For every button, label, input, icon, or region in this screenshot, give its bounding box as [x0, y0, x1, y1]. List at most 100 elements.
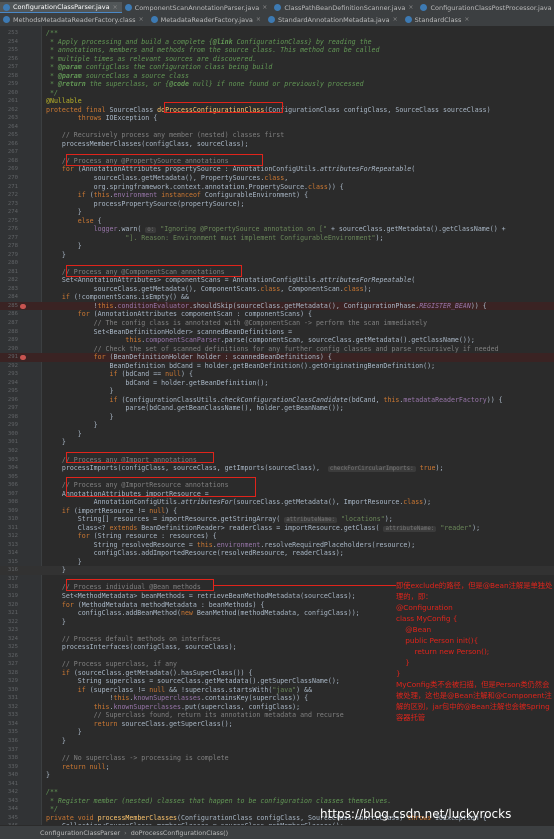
line-number[interactable]: 256: [0, 55, 18, 64]
line-number[interactable]: 345: [0, 814, 18, 823]
editor-tab[interactable]: MetadataReaderFactory.java ×: [148, 14, 265, 25]
line-number[interactable]: 333: [0, 711, 18, 720]
line-number[interactable]: 311: [0, 524, 18, 533]
line-number[interactable]: 277: [0, 234, 18, 243]
line-number[interactable]: 329: [0, 677, 18, 686]
code-line[interactable]: 336 }: [0, 737, 554, 746]
code-line[interactable]: 277 "]. Reason: Environment must impleme…: [0, 234, 554, 243]
line-number[interactable]: 343: [0, 797, 18, 806]
line-number[interactable]: 292: [0, 362, 18, 371]
code-line[interactable]: 339 return null;: [0, 763, 554, 772]
line-number[interactable]: 268: [0, 157, 18, 166]
line-number[interactable]: 305: [0, 473, 18, 482]
code-line[interactable]: 301 }: [0, 438, 554, 447]
line-number[interactable]: 300: [0, 430, 18, 439]
close-icon[interactable]: ×: [464, 16, 469, 23]
line-number[interactable]: 307: [0, 490, 18, 499]
code-line[interactable]: 310 String[] resources = importResource.…: [0, 515, 554, 524]
line-number[interactable]: 297: [0, 404, 18, 413]
code-line[interactable]: 299 }: [0, 421, 554, 430]
line-number[interactable]: 317: [0, 575, 18, 584]
code-line[interactable]: 274 }: [0, 208, 554, 217]
editor-tab[interactable]: ComponentScanAnnotationParser.java ×: [122, 2, 272, 13]
code-line[interactable]: 265 // Recursively process any member (n…: [0, 131, 554, 140]
line-number[interactable]: 285: [0, 302, 18, 311]
breakpoint-icon[interactable]: [20, 354, 26, 361]
code-line[interactable]: 340}: [0, 771, 554, 780]
code-line[interactable]: 282 Set<AnnotationAttributes> componentS…: [0, 276, 554, 285]
line-number[interactable]: 281: [0, 268, 18, 277]
line-number[interactable]: 283: [0, 285, 18, 294]
editor-tab[interactable]: StandardAnnotationMetadata.java ×: [265, 14, 402, 25]
line-number[interactable]: 334: [0, 720, 18, 729]
line-number[interactable]: 304: [0, 464, 18, 473]
line-number[interactable]: 264: [0, 123, 18, 132]
code-line[interactable]: 286 for (AnnotationAttributes componentS…: [0, 310, 554, 319]
code-line[interactable]: 337: [0, 746, 554, 755]
code-line[interactable]: 290 // Check the set of scanned definiti…: [0, 345, 554, 354]
line-number[interactable]: 276: [0, 225, 18, 234]
code-line[interactable]: 273 processPropertySource(propertySource…: [0, 200, 554, 209]
code-line[interactable]: 335 }: [0, 728, 554, 737]
line-number[interactable]: 318: [0, 583, 18, 592]
line-number[interactable]: 312: [0, 532, 18, 541]
line-number[interactable]: 326: [0, 652, 18, 661]
code-line[interactable]: 256 * multiple times as relevant sources…: [0, 55, 554, 64]
code-line[interactable]: 298 }: [0, 413, 554, 422]
line-number[interactable]: 270: [0, 174, 18, 183]
line-number[interactable]: 261: [0, 97, 18, 106]
line-number[interactable]: 266: [0, 140, 18, 149]
line-number[interactable]: 325: [0, 643, 18, 652]
code-line[interactable]: 289 this.componentScanParser.parse(compo…: [0, 336, 554, 345]
line-number[interactable]: 287: [0, 319, 18, 328]
code-line[interactable]: 314 configClass.addImportedResource(reso…: [0, 549, 554, 558]
line-number[interactable]: 273: [0, 200, 18, 209]
code-line[interactable]: 257 * @param configClass the configurati…: [0, 63, 554, 72]
line-number[interactable]: 286: [0, 310, 18, 319]
line-number[interactable]: 338: [0, 754, 18, 763]
line-number[interactable]: 340: [0, 771, 18, 780]
line-number[interactable]: 337: [0, 746, 18, 755]
editor-tab[interactable]: ClassPathBeanDefinitionScanner.java ×: [271, 2, 417, 13]
line-number[interactable]: 265: [0, 131, 18, 140]
breakpoint-icon[interactable]: [20, 303, 26, 310]
code-line[interactable]: 292 BeanDefinition bdCand = holder.getBe…: [0, 362, 554, 371]
code-line[interactable]: 341: [0, 780, 554, 789]
code-line[interactable]: 312 for (String resource : resources) {: [0, 532, 554, 541]
code-line[interactable]: 269 for (AnnotationAttributes propertySo…: [0, 165, 554, 174]
line-number[interactable]: 257: [0, 63, 18, 72]
code-line[interactable]: 294 bdCand = holder.getBeanDefinition();: [0, 379, 554, 388]
code-line[interactable]: 266 processMemberClasses(configClass, so…: [0, 140, 554, 149]
code-line[interactable]: 270 sourceClass.getMetadata(), PropertyS…: [0, 174, 554, 183]
line-number[interactable]: 253: [0, 29, 18, 38]
code-line[interactable]: 288 Set<BeanDefinitionHolder> scannedBea…: [0, 328, 554, 337]
line-number[interactable]: 271: [0, 183, 18, 192]
code-line[interactable]: 253 /**: [0, 29, 554, 38]
code-line[interactable]: 254 * Apply processing and build a compl…: [0, 38, 554, 47]
line-number[interactable]: 301: [0, 438, 18, 447]
line-number[interactable]: 321: [0, 609, 18, 618]
code-line[interactable]: 271 org.springframework.context.annotati…: [0, 183, 554, 192]
line-number[interactable]: 259: [0, 80, 18, 89]
editor-tab[interactable]: ConfigurationClassPostProcessor.java×: [417, 2, 554, 13]
code-line[interactable]: 313 String resolvedResource = this.envir…: [0, 541, 554, 550]
line-number[interactable]: 306: [0, 481, 18, 490]
editor-tab[interactable]: MethodsMetadataReaderFactory.class ×: [0, 14, 148, 25]
code-line[interactable]: 291 for (BeanDefinitionHolder holder : s…: [0, 353, 554, 362]
line-number[interactable]: 280: [0, 259, 18, 268]
code-line[interactable]: 338 // No superclass -> processing is co…: [0, 754, 554, 763]
line-number[interactable]: 272: [0, 191, 18, 200]
code-line[interactable]: 279 }: [0, 251, 554, 260]
line-number[interactable]: 324: [0, 635, 18, 644]
breadcrumb-item[interactable]: ConfigurationClassParser: [40, 829, 120, 837]
line-number[interactable]: 332: [0, 703, 18, 712]
line-number[interactable]: 315: [0, 558, 18, 567]
line-number[interactable]: 298: [0, 413, 18, 422]
line-number[interactable]: 275: [0, 217, 18, 226]
line-number[interactable]: 308: [0, 498, 18, 507]
line-number[interactable]: 316: [0, 566, 18, 575]
line-number[interactable]: 302: [0, 447, 18, 456]
editor-tab[interactable]: StandardClass ×: [402, 14, 474, 25]
code-line[interactable]: 300 }: [0, 430, 554, 439]
close-icon[interactable]: ×: [256, 16, 261, 23]
